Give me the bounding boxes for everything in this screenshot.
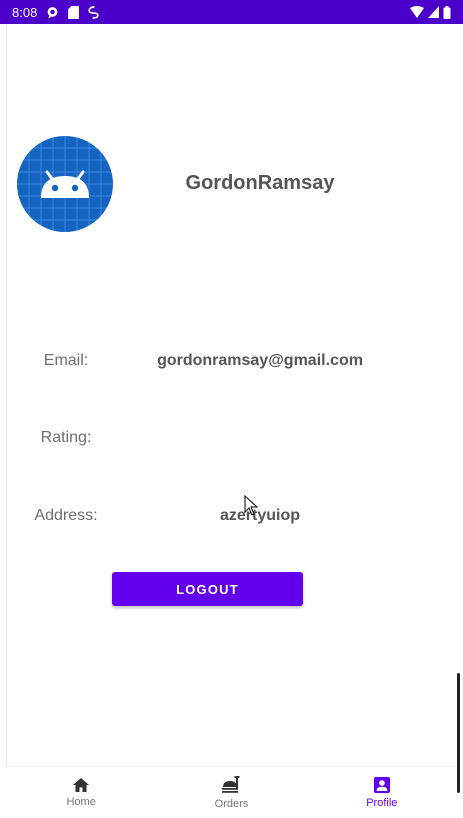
food-tray-icon bbox=[222, 776, 240, 793]
window-edge bbox=[0, 0, 7, 817]
logout-button[interactable]: LOGOUT bbox=[112, 572, 303, 606]
address-value: azertyuiop bbox=[219, 507, 300, 524]
nav-item-profile[interactable]: Profile bbox=[307, 767, 457, 818]
sd-card-icon bbox=[68, 5, 80, 19]
profile-username: GordonRamsay bbox=[185, 172, 335, 194]
email-value: gordonramsay@gmail.com bbox=[157, 352, 363, 369]
nav-label-home: Home bbox=[66, 796, 96, 808]
signal-icon bbox=[428, 6, 439, 18]
address-label: Address: bbox=[34, 507, 98, 524]
chat-bubble-icon bbox=[46, 6, 59, 19]
status-bar: 8:08 bbox=[0, 0, 463, 24]
nav-label-orders: Orders bbox=[214, 798, 249, 810]
scrollbar[interactable] bbox=[457, 673, 460, 793]
battery-icon bbox=[443, 5, 451, 19]
wifi-icon bbox=[410, 6, 424, 18]
rating-label: Rating: bbox=[40, 429, 92, 446]
nav-item-home[interactable]: Home bbox=[6, 767, 156, 818]
email-label: Email: bbox=[43, 352, 89, 369]
home-icon bbox=[73, 778, 90, 792]
nav-item-orders[interactable]: Orders bbox=[156, 767, 306, 818]
profile-avatar bbox=[17, 136, 113, 232]
mouse-cursor-icon bbox=[244, 494, 259, 522]
bottom-navigation: Home Orders Profile bbox=[6, 766, 457, 818]
account-box-icon bbox=[373, 777, 390, 793]
android-robot-icon bbox=[17, 136, 113, 232]
status-time: 8:08 bbox=[12, 4, 38, 20]
sync-icon bbox=[88, 5, 99, 19]
nav-label-profile: Profile bbox=[366, 797, 398, 809]
